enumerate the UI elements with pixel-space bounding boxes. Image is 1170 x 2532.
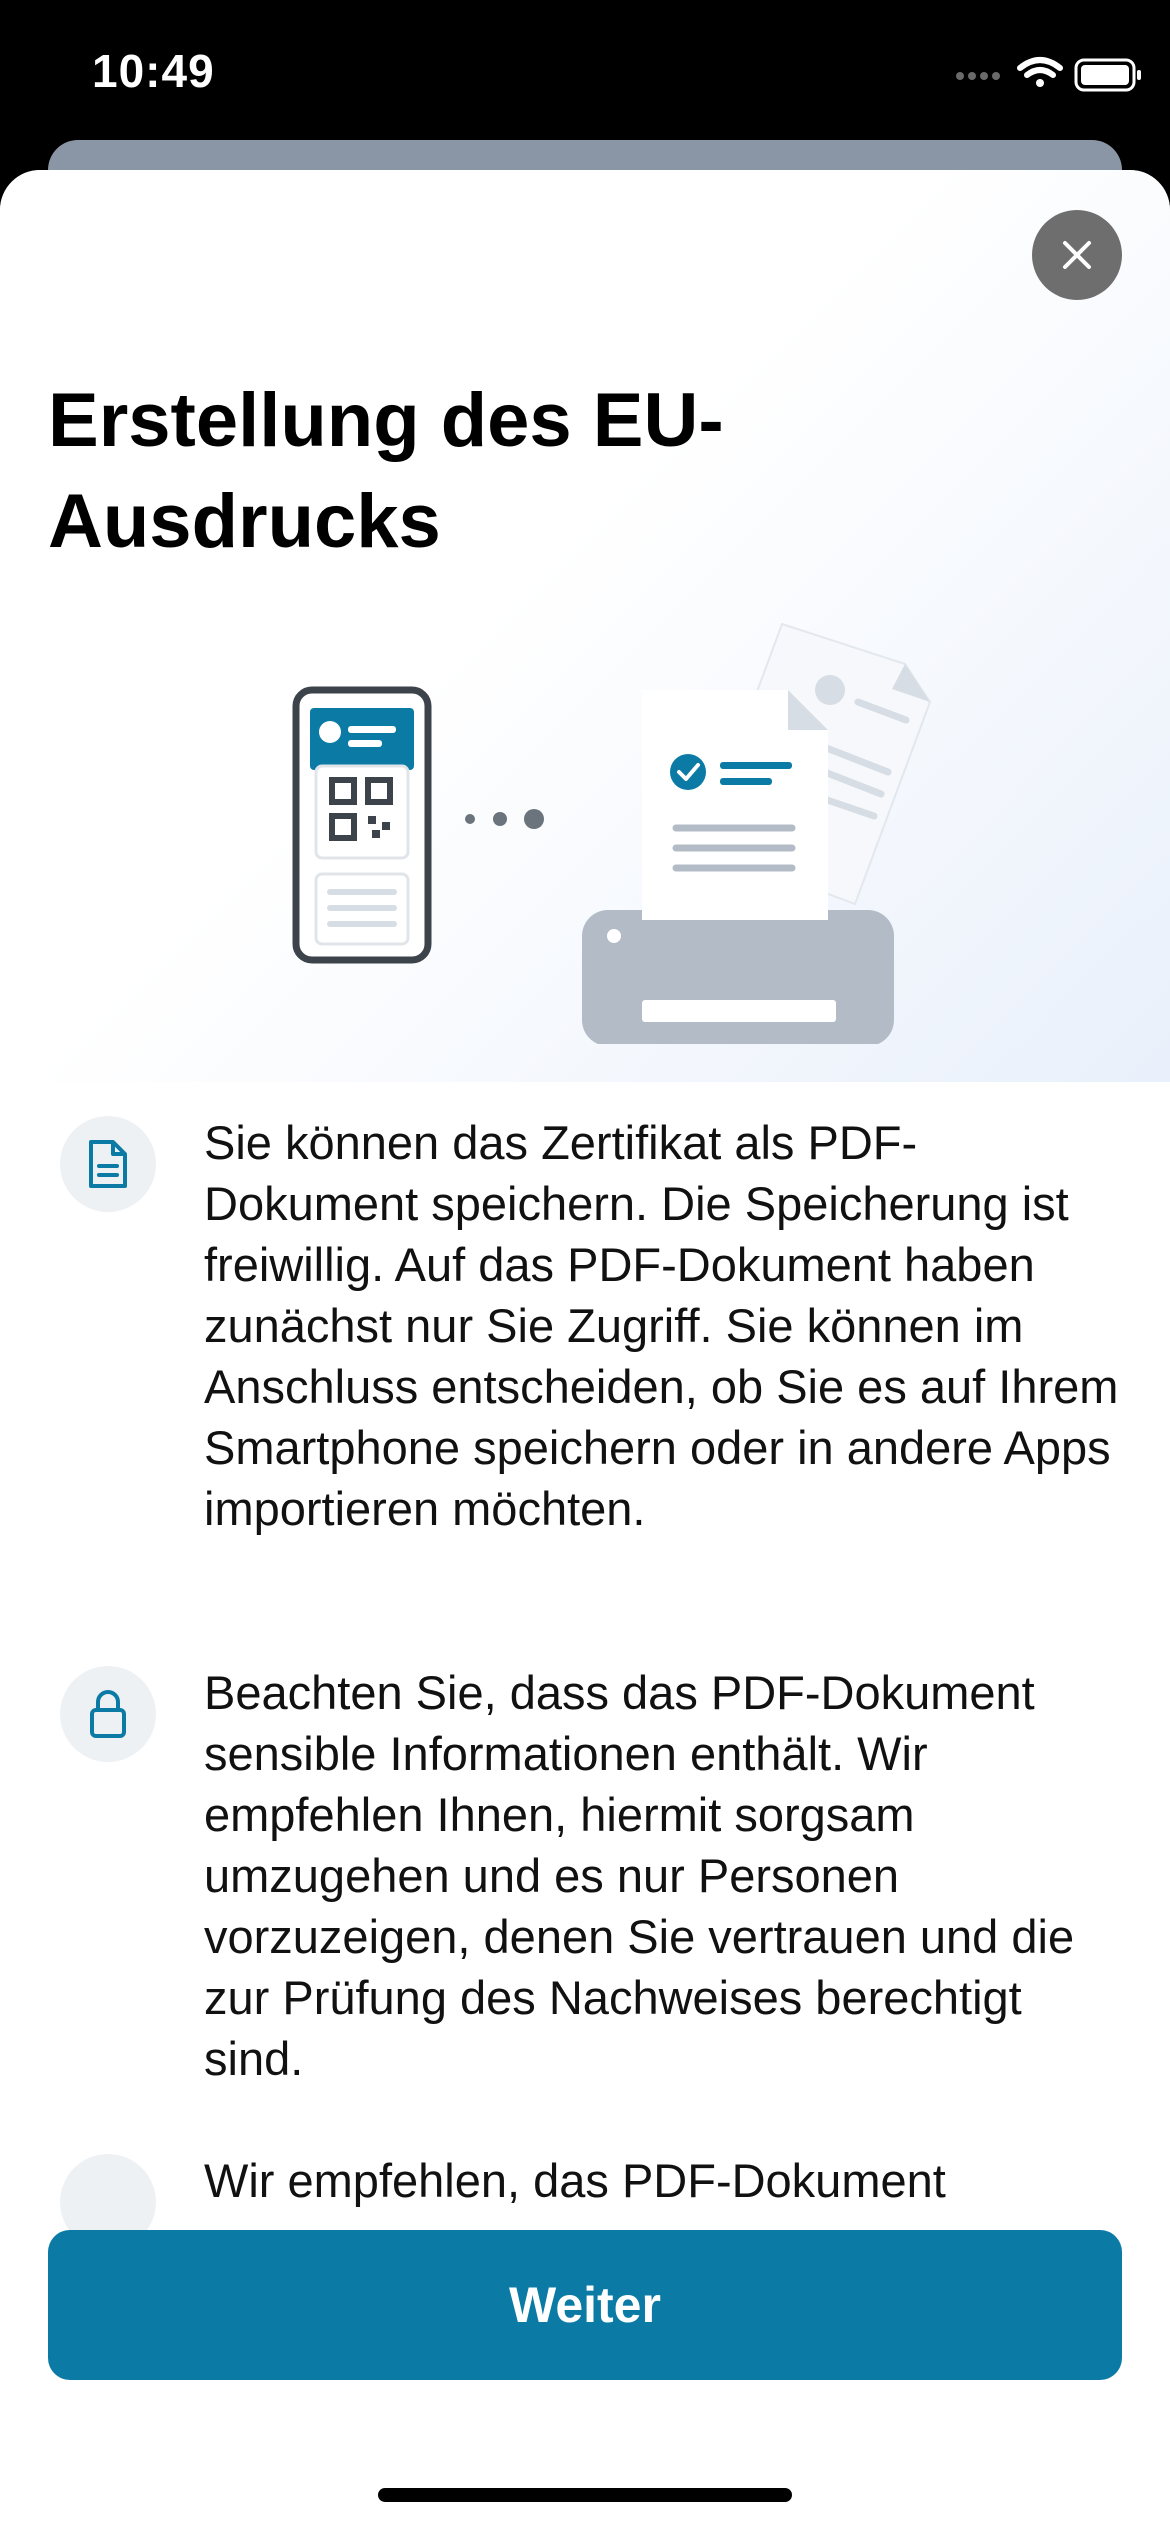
info-text: Beachten Sie, dass das PDF-Dokument sens…	[204, 1666, 1075, 2085]
info-text: Wir empfehlen, das PDF-Dokument	[204, 2154, 946, 2207]
info-text: Sie können das Zertifikat als PDF-Dokume…	[204, 1116, 1119, 1535]
battery-icon	[1074, 58, 1141, 92]
status-icons	[870, 50, 1170, 100]
transfer-dots-icon	[465, 809, 544, 829]
close-button[interactable]	[1032, 210, 1122, 300]
status-bar: 10:49	[0, 0, 1170, 150]
hero-section: Erstellung des EU-Ausdrucks	[0, 170, 1170, 1082]
close-icon	[1063, 241, 1091, 269]
printer-icon	[582, 910, 894, 1044]
info-list: Sie können das Zertifikat als PDF-Dokume…	[0, 1112, 1170, 2352]
lock-icon	[60, 1666, 156, 1762]
print-illustration	[292, 622, 932, 1044]
page-title: Erstellung des EU-Ausdrucks	[48, 378, 724, 564]
wifi-icon	[1017, 57, 1063, 87]
continue-button[interactable]: Weiter	[48, 2230, 1122, 2380]
certificate-paper-front	[642, 690, 828, 920]
document-icon	[60, 1116, 156, 1212]
home-indicator	[378, 2488, 792, 2502]
modal-sheet: Erstellung des EU-Ausdrucks Sie können d…	[0, 170, 1170, 2532]
status-time: 10:49	[92, 45, 215, 97]
cellular-signal-icon	[956, 72, 1000, 80]
phone-icon	[292, 686, 432, 964]
